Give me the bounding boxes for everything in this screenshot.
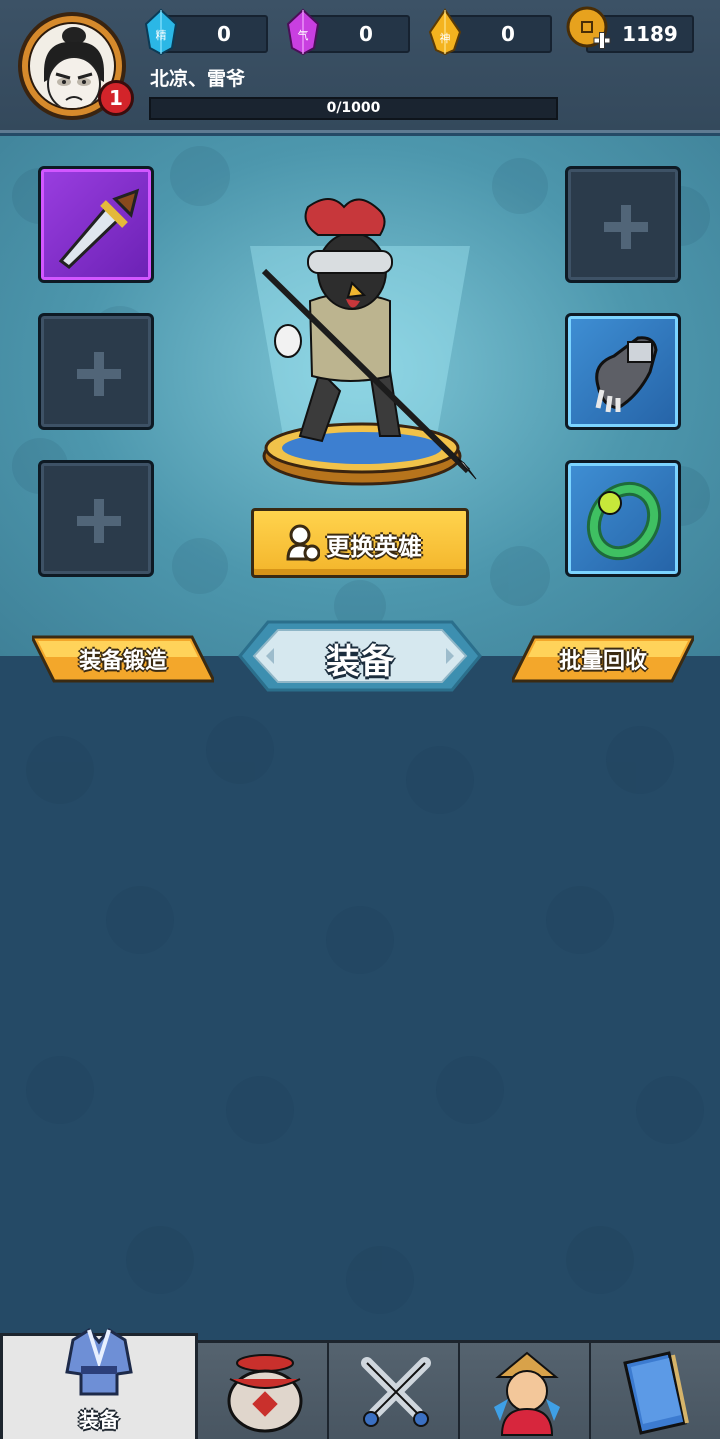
wine-jar-icon xyxy=(227,1354,303,1433)
equip-slot-empty-right-1[interactable] xyxy=(565,166,681,283)
resource-shen-value: 0 xyxy=(501,22,515,46)
shen-crystal-icon: 神 xyxy=(428,8,462,56)
equip-slot-weapon[interactable] xyxy=(38,166,154,283)
nav-tab-equipment[interactable]: 装备 xyxy=(0,1328,198,1439)
gauntlet-icon xyxy=(595,336,658,413)
resource-qi-value: 0 xyxy=(359,22,373,46)
resource-coin-value: 1189 xyxy=(622,22,678,46)
resource-jing-value: 0 xyxy=(217,22,231,46)
bottom-navigation: 装备 xyxy=(0,1328,720,1439)
section-title: 装备 xyxy=(326,642,394,682)
recycle-button[interactable]: 批量回收 xyxy=(512,633,694,685)
equip-slot-empty-left-2[interactable] xyxy=(38,313,154,430)
nav-label-equipment: 装备 xyxy=(79,1408,119,1432)
section-title-banner: 装备 xyxy=(238,618,482,694)
nav-tab-hero[interactable] xyxy=(460,1343,591,1439)
qi-icon-label: 气 xyxy=(298,28,309,42)
change-hero-label: 更换英雄 xyxy=(326,533,422,561)
player-name: 北凉、雷爷 xyxy=(150,68,246,90)
forge-label: 装备锻造 xyxy=(78,649,167,674)
book-icon xyxy=(623,1351,689,1435)
hero-figure xyxy=(261,198,477,486)
nav-tab-tavern[interactable] xyxy=(198,1343,329,1439)
recycle-label: 批量回收 xyxy=(558,649,647,674)
jing-icon-label: 精 xyxy=(156,29,167,42)
top-bar: 1 0 精 0 气 0 神 1189 北凉、雷爷 0/1000 xyxy=(0,0,720,133)
equip-slot-gloves[interactable] xyxy=(565,313,681,430)
hero-panel xyxy=(0,136,720,656)
forge-button[interactable]: 装备锻造 xyxy=(32,633,214,685)
hero-portrait-icon xyxy=(494,1351,560,1436)
shen-icon-label: 神 xyxy=(440,31,451,45)
equip-slot-empty-left-3[interactable] xyxy=(38,460,154,577)
change-hero-button[interactable]: 更换英雄 xyxy=(251,508,469,578)
exp-bar: 0/1000 xyxy=(149,97,558,120)
lower-background-pattern xyxy=(26,716,704,1314)
level-badge: 1 xyxy=(98,80,134,116)
nav-tab-battle[interactable] xyxy=(329,1343,460,1439)
exp-text: 0/1000 xyxy=(326,100,381,116)
dagger-icon xyxy=(58,188,140,269)
jade-bracelet-icon xyxy=(586,481,662,561)
swap-hero-icon xyxy=(286,524,320,562)
crossed-swords-icon xyxy=(361,1357,431,1427)
nav-tab-book[interactable] xyxy=(591,1343,720,1439)
qi-crystal-icon: 气 xyxy=(286,8,320,56)
robe-icon xyxy=(65,1328,133,1396)
equip-slot-accessory[interactable] xyxy=(565,460,681,577)
jing-crystal-icon: 精 xyxy=(144,8,178,56)
coin-add-icon[interactable] xyxy=(566,6,612,54)
